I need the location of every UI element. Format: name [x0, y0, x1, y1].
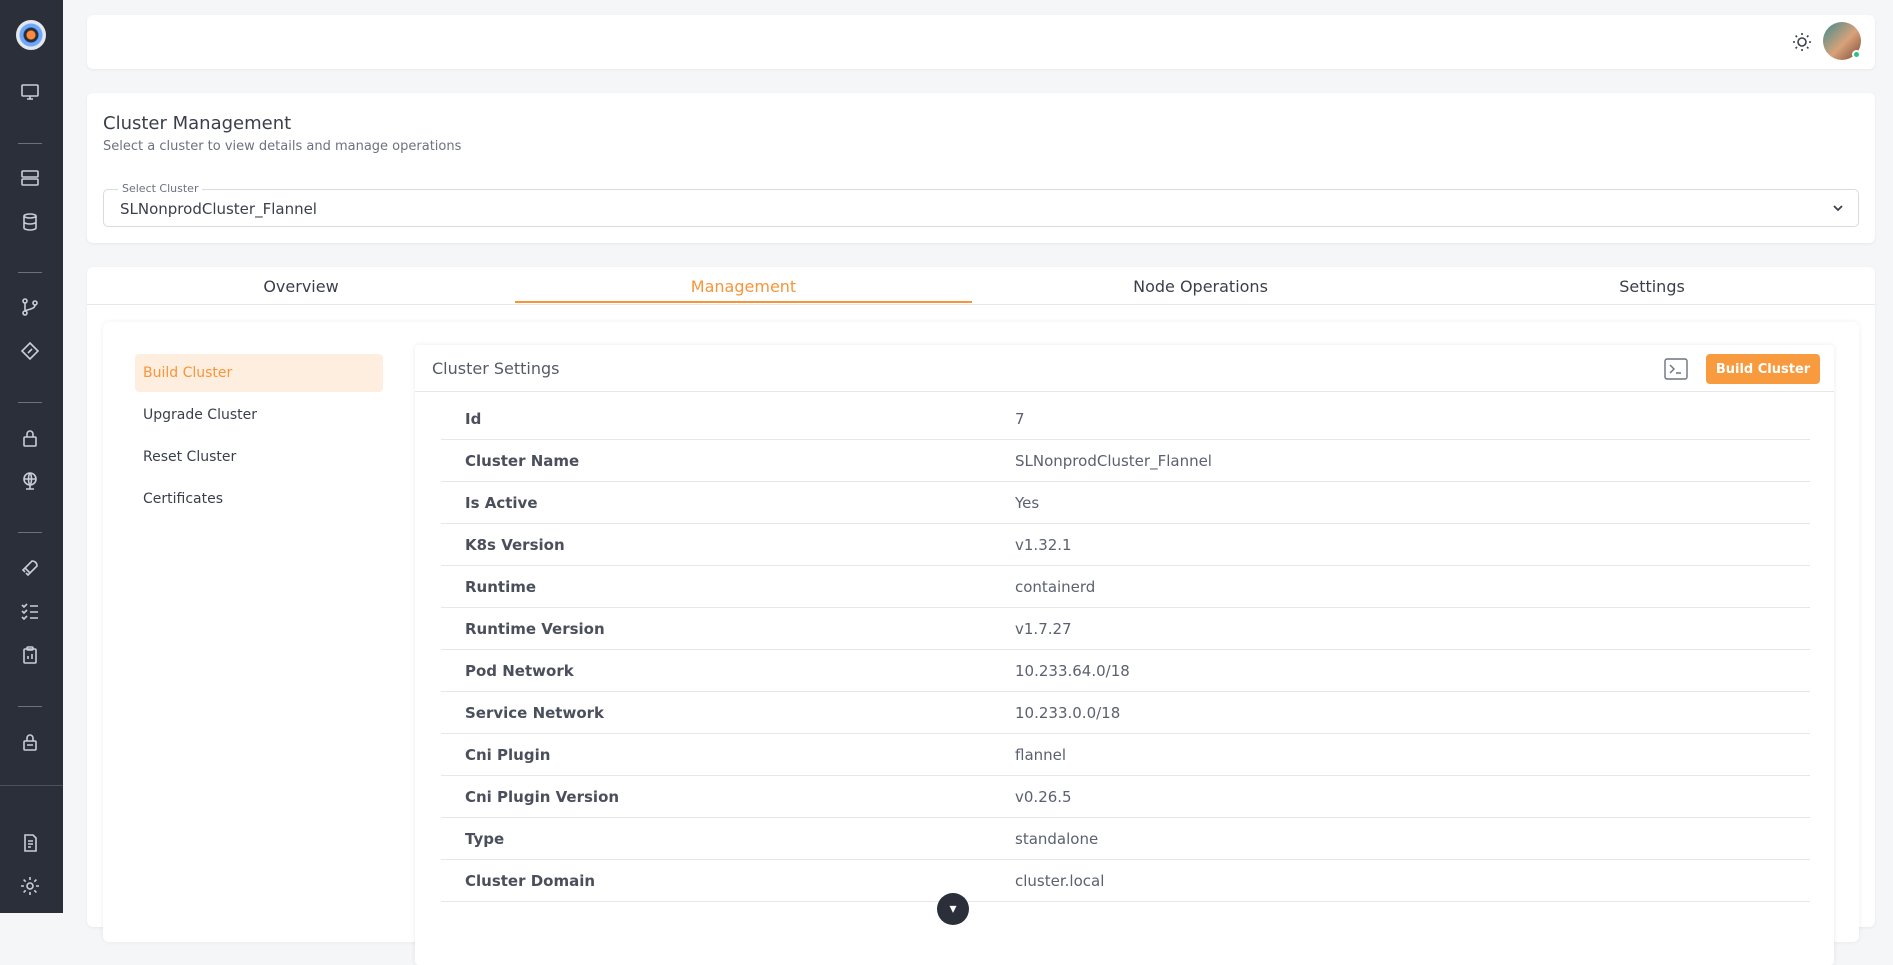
menu-item-upgrade-cluster[interactable]: Upgrade Cluster	[135, 396, 383, 434]
table-row: Service Network 10.233.0.0/18	[441, 692, 1810, 734]
user-avatar[interactable]	[1823, 22, 1861, 60]
row-value: Yes	[1015, 493, 1040, 512]
page-subtitle: Select a cluster to view details and man…	[103, 139, 462, 154]
sidebar-divider	[18, 532, 42, 533]
sidebar-divider	[18, 706, 42, 707]
tab-settings[interactable]: Settings	[1429, 267, 1875, 305]
sidebar-divider	[18, 272, 42, 273]
row-value: containerd	[1015, 577, 1096, 596]
row-value: v1.32.1	[1015, 535, 1072, 554]
cluster-settings-panel: Cluster Settings Build Cluster Id 7 Clus…	[415, 345, 1834, 965]
row-key: Cni Plugin Version	[465, 787, 620, 806]
row-value: standalone	[1015, 829, 1099, 848]
sun-icon[interactable]	[1791, 31, 1813, 53]
row-value: flannel	[1015, 745, 1067, 764]
cluster-select-value: SLNonprodCluster_Flannel	[120, 200, 317, 218]
floating-action-icon[interactable]: ▾	[937, 893, 969, 925]
tab-management[interactable]: Management	[515, 267, 972, 305]
row-key: Runtime	[465, 577, 537, 596]
top-bar	[87, 15, 1875, 69]
cluster-settings-title: Cluster Settings	[432, 359, 560, 378]
cluster-settings-table: Id 7 Cluster Name SLNonprodCluster_Flann…	[441, 398, 1810, 902]
table-row: K8s Version v1.32.1	[441, 524, 1810, 566]
chevron-down-icon[interactable]	[1830, 200, 1846, 216]
gear-icon[interactable]	[19, 875, 41, 897]
table-row: Runtime Version v1.7.27	[441, 608, 1810, 650]
diamond-tag-icon[interactable]	[19, 340, 41, 362]
tab-node-operations[interactable]: Node Operations	[972, 267, 1429, 305]
terminal-icon[interactable]	[1664, 358, 1688, 380]
sidebar	[0, 0, 63, 913]
menu-item-certificates[interactable]: Certificates	[135, 480, 383, 518]
row-key: Cni Plugin	[465, 745, 551, 764]
build-cluster-button[interactable]: Build Cluster	[1706, 354, 1820, 384]
app-logo-icon[interactable]	[16, 20, 46, 50]
row-key: Cluster Name	[465, 451, 580, 470]
table-row: Is Active Yes	[441, 482, 1810, 524]
menu-item-reset-cluster[interactable]: Reset Cluster	[135, 438, 383, 476]
online-status-dot	[1852, 50, 1861, 59]
management-panel: Build Cluster Upgrade Cluster Reset Clus…	[103, 322, 1859, 965]
cluster-tabs-card: Overview Management Node Operations Sett…	[87, 267, 1875, 965]
row-value: v1.7.27	[1015, 619, 1072, 638]
table-row: Type standalone	[441, 818, 1810, 860]
row-value: SLNonprodCluster_Flannel	[1015, 451, 1212, 470]
network-globe-icon[interactable]	[19, 470, 41, 492]
lock-icon[interactable]	[19, 731, 41, 753]
row-value: 10.233.64.0/18	[1015, 661, 1130, 680]
table-row: Pod Network 10.233.64.0/18	[441, 650, 1810, 692]
cluster-selection-card: Cluster Management Select a cluster to v…	[87, 93, 1875, 243]
row-value: cluster.local	[1015, 871, 1105, 890]
lock-icon[interactable]	[19, 427, 41, 449]
table-row: Id 7	[441, 398, 1810, 440]
row-key: Type	[465, 829, 505, 848]
table-row: Cluster Name SLNonprodCluster_Flannel	[441, 440, 1810, 482]
sidebar-divider	[18, 143, 42, 144]
table-row: Cluster Domain cluster.local	[441, 860, 1810, 902]
row-value: 7	[1015, 409, 1025, 428]
sidebar-divider	[0, 785, 63, 786]
table-row: Cni Plugin Version v0.26.5	[441, 776, 1810, 818]
row-key: Runtime Version	[465, 619, 605, 638]
document-icon[interactable]	[19, 832, 41, 854]
table-row: Runtime containerd	[441, 566, 1810, 608]
page-title: Cluster Management	[103, 113, 292, 134]
cluster-select-label: Select Cluster	[118, 182, 203, 195]
row-key: Is Active	[465, 493, 538, 512]
cluster-settings-header: Cluster Settings Build Cluster	[415, 345, 1834, 392]
tab-overview[interactable]: Overview	[87, 267, 515, 305]
clipboard-icon[interactable]	[19, 644, 41, 666]
row-key: Id	[465, 409, 482, 428]
table-row: Cni Plugin flannel	[441, 734, 1810, 776]
checklist-icon[interactable]	[19, 600, 41, 622]
row-key: Service Network	[465, 703, 605, 722]
cluster-select[interactable]: Select Cluster SLNonprodCluster_Flannel	[103, 182, 1859, 227]
server-icon[interactable]	[19, 167, 41, 189]
git-branch-icon[interactable]	[19, 296, 41, 318]
monitor-icon[interactable]	[19, 81, 41, 103]
row-value: 10.233.0.0/18	[1015, 703, 1121, 722]
row-key: Cluster Domain	[465, 871, 596, 890]
row-key: K8s Version	[465, 535, 565, 554]
tab-bar: Overview Management Node Operations Sett…	[87, 267, 1875, 305]
row-value: v0.26.5	[1015, 787, 1072, 806]
menu-item-build-cluster[interactable]: Build Cluster	[135, 354, 383, 392]
row-key: Pod Network	[465, 661, 574, 680]
sidebar-divider	[18, 402, 42, 403]
database-icon[interactable]	[19, 211, 41, 233]
active-tab-indicator	[515, 301, 972, 303]
rocket-icon[interactable]	[19, 557, 41, 579]
management-menu: Build Cluster Upgrade Cluster Reset Clus…	[135, 354, 383, 522]
